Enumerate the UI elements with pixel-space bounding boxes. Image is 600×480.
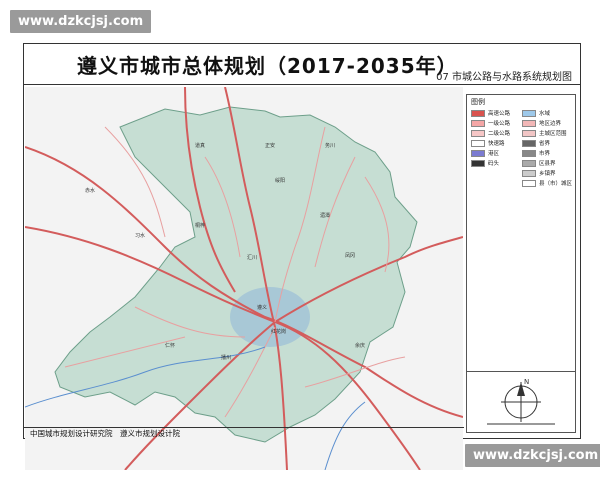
label-xishui: 习水 bbox=[135, 232, 145, 239]
legend-swatch bbox=[522, 139, 536, 147]
legend-swatch bbox=[471, 109, 485, 117]
label-tongzi: 桐梓 bbox=[195, 222, 205, 229]
label-zhengan: 正安 bbox=[265, 142, 275, 149]
legend-swatch bbox=[522, 169, 536, 177]
legend-item: 港区 bbox=[471, 149, 499, 157]
label-chishui: 赤水 bbox=[85, 187, 95, 194]
legend-item: 二级公路 bbox=[471, 129, 510, 137]
map-svg[interactable]: 遵义 汇川 红花岗 播州 绥阳 湄潭 凤冈 余庆 务川 正安 道真 桐梓 习水 … bbox=[25, 87, 463, 470]
footer-text: 中国城市规划设计研究院 遵义市规划设计院 bbox=[30, 429, 180, 438]
legend-swatch bbox=[522, 149, 536, 157]
label-honghuagang: 红花岗 bbox=[271, 328, 286, 335]
legend-item: 高速公路 bbox=[471, 109, 510, 117]
legend-swatch bbox=[471, 129, 485, 137]
legend-swatch bbox=[471, 159, 485, 167]
legend-swatch bbox=[522, 109, 536, 117]
legend-item: 乡镇界 bbox=[522, 169, 556, 177]
label-daozhen: 道真 bbox=[195, 142, 205, 149]
label-bozhou: 播州 bbox=[221, 354, 231, 361]
label-huichuan: 汇川 bbox=[247, 254, 257, 261]
legend-item: 地区边界 bbox=[522, 119, 561, 127]
legend-item: 码头 bbox=[471, 159, 499, 167]
label-zunyi: 遵义 bbox=[257, 304, 267, 311]
footer: 中国城市规划设计研究院 遵义市规划设计院 bbox=[24, 427, 464, 439]
legend-swatch bbox=[522, 179, 536, 187]
legend-item: 主城区范围 bbox=[522, 129, 567, 137]
watermark-top: www.dzkcjsj.com bbox=[10, 10, 152, 33]
legend-item: 水域 bbox=[522, 109, 550, 117]
map-canvas[interactable]: 遵义 汇川 红花岗 播州 绥阳 湄潭 凤冈 余庆 务川 正安 道真 桐梓 习水 … bbox=[25, 87, 463, 470]
legend-swatch bbox=[522, 129, 536, 137]
legend-item: 市界 bbox=[522, 149, 550, 157]
legend-swatch bbox=[471, 139, 485, 147]
watermark-bottom: www.dzkcjsj.com bbox=[465, 444, 600, 467]
legend-item: 一级公路 bbox=[471, 119, 510, 127]
label-fenggang: 凤冈 bbox=[345, 253, 355, 259]
legend-item: 快速路 bbox=[471, 139, 505, 147]
legend-item: 省界 bbox=[522, 139, 550, 147]
legend-item: 县（市）城区 bbox=[522, 179, 572, 187]
label-suiyang: 绥阳 bbox=[275, 177, 285, 184]
compass-svg: N bbox=[487, 378, 555, 425]
compass-north-label: N bbox=[524, 378, 529, 386]
legend-swatch bbox=[471, 149, 485, 157]
map-frame: 遵义市城市总体规划（2017-2035年） 07 市城公路与水路系统规划图 遵义… bbox=[23, 43, 581, 470]
compass-box: N bbox=[466, 371, 576, 433]
label-renhuai: 仁怀 bbox=[165, 342, 175, 349]
label-yuqing: 余庆 bbox=[355, 342, 365, 349]
label-wuchuan: 务川 bbox=[325, 142, 335, 149]
map-title: 遵义市城市总体规划（2017-2035年） bbox=[77, 54, 458, 78]
legend-swatch bbox=[522, 119, 536, 127]
legend-swatch bbox=[522, 159, 536, 167]
legend-item: 区县界 bbox=[522, 159, 556, 167]
legend-title: 图例 bbox=[471, 98, 485, 106]
title-bar: 遵义市城市总体规划（2017-2035年） 07 市城公路与水路系统规划图 bbox=[24, 44, 580, 85]
map-subtitle: 07 市城公路与水路系统规划图 bbox=[436, 72, 572, 83]
label-meitan: 湄潭 bbox=[320, 212, 330, 219]
legend-swatch bbox=[471, 119, 485, 127]
